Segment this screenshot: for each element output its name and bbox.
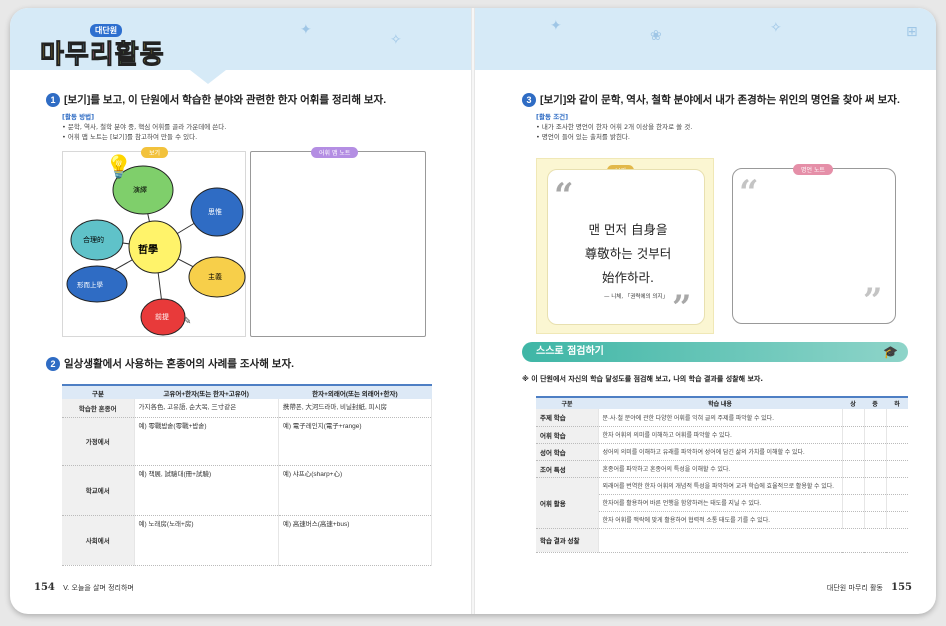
check-cell[interactable]: [841, 511, 864, 529]
table-row: 학습한 혼종어 가지各色, 고유語, 순大목, 三寸같은 携帶폰, 大河드라마,…: [62, 399, 433, 418]
doodle-icon: ✧: [390, 32, 402, 48]
header-notch: [190, 70, 226, 84]
check-cell[interactable]: [863, 511, 886, 529]
quote-source: — 니체, 「권력에의 의지」: [604, 294, 668, 300]
right-footer: 대단원 마무리 활동 155: [826, 582, 912, 593]
open-quote-icon: “: [739, 173, 759, 213]
activity-method: [활동 방법] • 문학, 역사, 철학 분야 중, 핵심 어휘를 골라 가운데…: [62, 113, 227, 141]
lightbulb-icon: 💡: [105, 154, 132, 180]
table-row: 성어 학습 성어의 의미를 이해하고 유래를 파악하여 성어에 담긴 삶의 가치를…: [536, 443, 908, 461]
book-gutter: [471, 8, 475, 614]
vocab-map-note[interactable]: 어휘 맵 노트: [250, 147, 426, 337]
check-cell[interactable]: [841, 443, 864, 461]
vocab-map-example: 보기 💡 ✎ 哲學 演繹 思惟 主義 前提 形而上學 合理的: [62, 147, 246, 337]
doodle-icon: ✧: [770, 20, 782, 36]
question-3: 3 [보기]와 같이 문학, 역사, 철학 분야에서 내가 존경하는 위인의 명…: [522, 92, 900, 107]
hybrid-word-table: 구분 고유어+한자(또는 한자+고유어) 한자+외래어(또는 외래어+한자) 학…: [62, 384, 433, 566]
open-quote-icon: “: [554, 176, 574, 216]
self-check-table: 구분 학습 내용 상 중 하 주제 학습 문·사·철 분야에 관한 다양한 어휘를…: [536, 396, 908, 553]
check-cell[interactable]: [885, 443, 908, 461]
doodle-icon: ✦: [300, 22, 312, 38]
check-cell[interactable]: [841, 494, 864, 512]
check-cell[interactable]: [885, 460, 908, 478]
table-row: 조어 특성 혼종어를 파악하고 혼종어의 특성을 이해할 수 있다.: [536, 460, 908, 478]
grid-icon: ⊞: [906, 24, 918, 40]
self-check-banner: 스스로 점검하기 🎓: [522, 342, 908, 362]
activity-conditions: [활동 조건] • 내가 조사한 명언이 한자 어휘 2개 이상을 한자로 쓸 …: [536, 113, 693, 141]
close-quote-icon: ”: [863, 281, 883, 321]
check-cell[interactable]: [841, 426, 864, 444]
table-row: 주제 학습 문·사·철 분야에 관한 다양한 어휘를 익혀 글의 주제를 파악할 …: [536, 409, 908, 427]
check-cell[interactable]: [885, 409, 908, 427]
table-row: 학교에서 예) 책展, 試驗대(冊+試驗) 예) 샤프心(sharp+心): [62, 465, 433, 516]
check-cell[interactable]: [885, 511, 908, 529]
check-cell[interactable]: [863, 409, 886, 427]
quote-text: 맨 먼저 自身을 尊敬하는 것부터 始作하라.: [584, 222, 672, 285]
quote-example: 보기 “ 맨 먼저 自身을 尊敬하는 것부터 始作하라. — 니체, 「권력에의…: [536, 158, 714, 334]
table-row: 가정에서 예) 零戰밥솥(零戰+밥솥) 예) 電子레인지(電子+range): [62, 417, 433, 466]
reflection-field[interactable]: [597, 528, 908, 553]
self-check-instruction: ※ 이 단원에서 자신의 학습 달성도를 점검해 보고, 나의 학습 결과를 성…: [522, 375, 764, 383]
graduation-cap-icon: 🎓: [883, 345, 898, 359]
check-cell[interactable]: [863, 477, 886, 495]
center-word: 哲學: [138, 245, 158, 256]
question-1: 1 [보기]를 보고, 이 단원에서 학습한 분야와 관련한 한자 어휘를 정리…: [46, 92, 386, 107]
check-cell[interactable]: [863, 460, 886, 478]
table-row: 학습 결과 성찰: [536, 528, 908, 553]
textbook-spread: 대단원 마무리활동 ✦ ✧ ✦ ❀ ✧ ⊞ 1 [보기]를 보고, 이 단원에서…: [10, 8, 936, 614]
check-cell[interactable]: [841, 477, 864, 495]
pen-icon: ✎: [183, 316, 191, 327]
doodle-icon: ❀: [650, 28, 662, 44]
check-cell[interactable]: [863, 494, 886, 512]
check-cell[interactable]: [863, 426, 886, 444]
close-quote-icon: ”: [672, 288, 692, 328]
quote-note[interactable]: 명언 노트 “ ”: [732, 164, 896, 324]
check-cell[interactable]: [885, 426, 908, 444]
check-cell[interactable]: [841, 409, 864, 427]
left-footer: 154 V. 오늘을 살며 정리하며: [34, 582, 134, 593]
check-cell[interactable]: [841, 460, 864, 478]
question-2: 2 일상생활에서 사용하는 혼종어의 사례를 조사해 보자.: [46, 356, 294, 371]
check-cell[interactable]: [885, 477, 908, 495]
table-row: 사회에서 예) 노래房(노래+房) 예) 高速버스(高速+bus): [62, 515, 433, 566]
table-row: 어휘 활용 외래어를 번역한 한자 어휘의 개념적 특성을 파악하여 교과 학습에…: [536, 477, 908, 529]
table-row: 어휘 학습 한자 어휘의 의미를 이해하고 어휘를 파악할 수 있다.: [536, 426, 908, 444]
check-cell[interactable]: [885, 494, 908, 512]
check-cell[interactable]: [863, 443, 886, 461]
section-title: 마무리활동: [40, 40, 165, 71]
doodle-icon: ✦: [550, 18, 562, 34]
